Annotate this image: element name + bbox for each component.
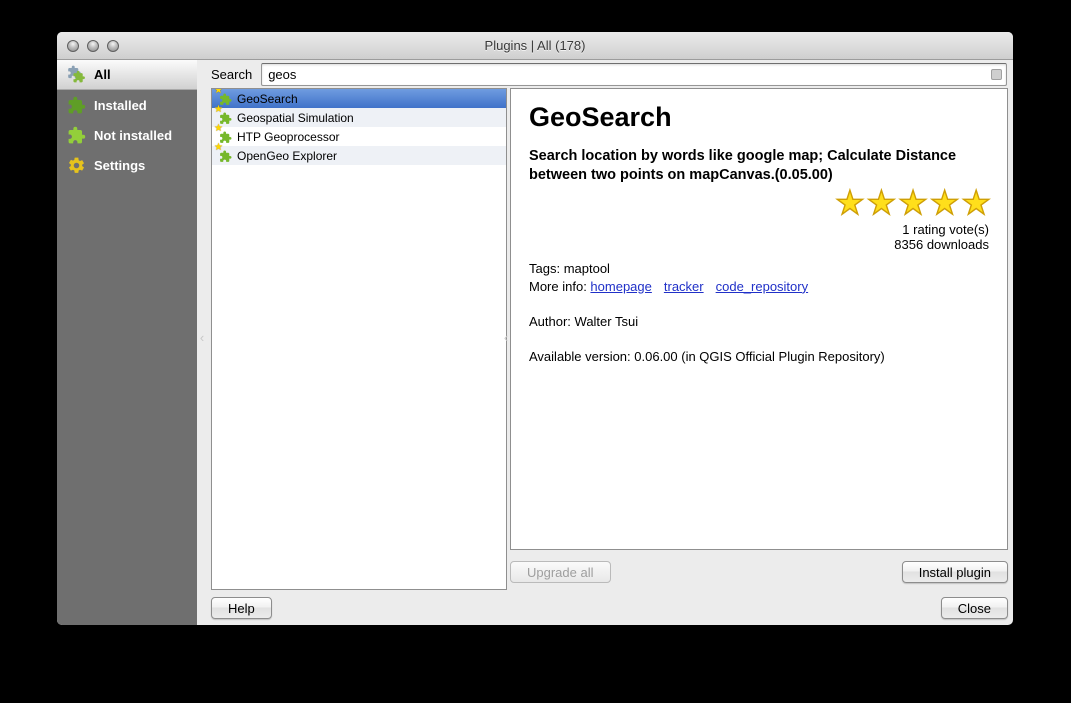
star-badge-icon: ★ (214, 143, 223, 153)
minimize-window-button[interactable] (87, 40, 99, 52)
more-info-label: More info: (529, 279, 590, 294)
star-badge-icon: ★ (214, 88, 223, 96)
author-text: Author: Walter Tsui (529, 314, 989, 329)
search-row: Search (211, 63, 1007, 86)
help-button[interactable]: Help (211, 597, 272, 619)
search-label: Search (211, 67, 252, 82)
all-plugins-icon (67, 65, 86, 84)
close-window-button[interactable] (67, 40, 79, 52)
plugin-list-item-geosearch[interactable]: ★ GeoSearch (212, 89, 506, 108)
details-button-row: Upgrade all Install plugin (510, 561, 1008, 583)
search-field (261, 63, 1007, 86)
sidebar-item-label: All (94, 67, 111, 82)
zoom-window-button[interactable] (107, 40, 119, 52)
window-title: Plugins | All (178) (57, 38, 1013, 53)
tags-value: maptool (564, 261, 610, 276)
sidebar-item-installed[interactable]: Installed (57, 90, 197, 120)
plugin-manager-window: Plugins | All (178) All In (57, 32, 1013, 625)
rating-votes-text: 1 rating vote(s) (529, 222, 989, 237)
plugin-list-item-opengeo-explorer[interactable]: ★ OpenGeo Explorer (212, 146, 506, 165)
screen-background: { "window": { "title": "Plugins | All (1… (0, 0, 1071, 703)
tags-line: Tags: maptool (529, 261, 989, 276)
tags-label: Tags: (529, 261, 564, 276)
plugin-list: ★ GeoSearch ★ Geospatial Simulation ★ HT… (211, 88, 507, 590)
settings-gear-icon (67, 156, 86, 175)
plugin-name: HTP Geoprocessor (237, 130, 340, 144)
homepage-link[interactable]: homepage (590, 279, 651, 294)
plugin-summary: Search location by words like google map… (529, 147, 989, 185)
tracker-link[interactable]: tracker (664, 279, 704, 294)
dialog-button-row: Help Close (211, 597, 1008, 619)
sidebar-item-all[interactable]: All (57, 60, 197, 90)
plugin-name: Geospatial Simulation (237, 111, 354, 125)
install-plugin-button[interactable]: Install plugin (902, 561, 1008, 583)
installed-plugins-icon (67, 96, 86, 115)
plugin-details-title: GeoSearch (529, 102, 989, 133)
splitter-handle-icon[interactable]: ‹ (501, 331, 511, 345)
star-badge-icon: ★ (214, 124, 223, 134)
upgrade-all-button[interactable]: Upgrade all (510, 561, 611, 583)
window-content: All Installed Not installed (57, 60, 1013, 625)
sidebar: All Installed Not installed (57, 60, 197, 625)
sidebar-item-not-installed[interactable]: Not installed (57, 120, 197, 150)
sidebar-item-label: Not installed (94, 128, 172, 143)
downloads-count-text: 8356 downloads (529, 237, 989, 252)
search-input[interactable] (261, 63, 1007, 86)
available-version-text: Available version: 0.06.00 (in QGIS Offi… (529, 349, 989, 364)
rating-stars-icon: ★★★★★ (525, 185, 993, 221)
plugin-details-panel: GeoSearch Search location by words like … (510, 88, 1008, 550)
plugin-name: OpenGeo Explorer (237, 149, 337, 163)
plugin-icon: ★ (217, 148, 232, 163)
window-titlebar[interactable]: Plugins | All (178) (57, 32, 1013, 60)
plugin-name: GeoSearch (237, 92, 298, 106)
plugin-list-item-htp-geoprocessor[interactable]: ★ HTP Geoprocessor (212, 127, 506, 146)
sidebar-item-settings[interactable]: Settings (57, 150, 197, 180)
plugin-list-item-geospatial-simulation[interactable]: ★ Geospatial Simulation (212, 108, 506, 127)
splitter-handle-icon[interactable]: ‹ (197, 331, 207, 345)
sidebar-item-label: Settings (94, 158, 145, 173)
search-clear-icon[interactable] (991, 69, 1002, 80)
more-info-line: More info: homepage tracker code_repositor… (529, 279, 989, 294)
code-repository-link[interactable]: code_repository (716, 279, 809, 294)
sidebar-item-label: Installed (94, 98, 147, 113)
star-badge-icon: ★ (214, 105, 223, 115)
not-installed-plugins-icon (67, 126, 86, 145)
close-button[interactable]: Close (941, 597, 1008, 619)
